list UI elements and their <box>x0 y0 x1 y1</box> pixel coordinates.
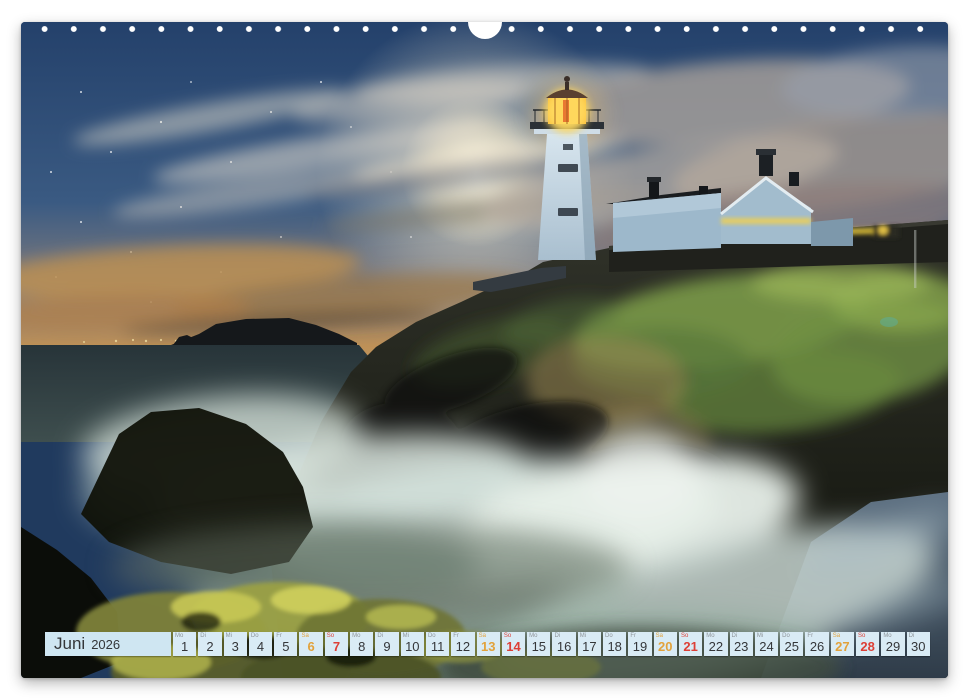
day-number: 19 <box>628 639 651 654</box>
day-number: 6 <box>299 639 322 654</box>
day-number: 5 <box>274 639 297 654</box>
calendar-day-cell: Mi 3 <box>224 632 247 656</box>
calendar-day-cell: Fr 12 <box>451 632 474 656</box>
day-number: 28 <box>856 639 879 654</box>
calendar-day-cell: Sa 27 <box>831 632 854 656</box>
day-number: 10 <box>401 639 424 654</box>
calendar-day-cell: Mo 22 <box>704 632 727 656</box>
calendar-day-cell: Mo 8 <box>350 632 373 656</box>
day-number: 11 <box>426 639 449 654</box>
calendar-day-cell: Mi 24 <box>755 632 778 656</box>
calendar-day-cell: Mo 29 <box>881 632 904 656</box>
day-number: 16 <box>552 639 575 654</box>
day-number: 8 <box>350 639 373 654</box>
calendar-day-cell: Di 16 <box>552 632 575 656</box>
calendar-days-row: Mo 1 Di 2 Mi 3 Do 4 Fr 5 Sa 6 So 7 Mo 8 … <box>173 632 930 656</box>
calendar-day-cell: Di 30 <box>907 632 930 656</box>
calendar-day-cell: So 21 <box>679 632 702 656</box>
calendar-day-cell: Mi 10 <box>401 632 424 656</box>
calendar-day-cell: Fr 26 <box>805 632 828 656</box>
day-number: 26 <box>805 639 828 654</box>
day-number: 27 <box>831 639 854 654</box>
calendar-page: Juni 2026 Mo 1 Di 2 Mi 3 Do 4 Fr 5 Sa 6 … <box>21 22 948 678</box>
day-number: 23 <box>730 639 753 654</box>
calendar-day-cell: So 28 <box>856 632 879 656</box>
wall-waterfall <box>914 230 916 288</box>
day-number: 20 <box>654 639 677 654</box>
calendar-day-cell: Di 2 <box>198 632 221 656</box>
calendar-strip: Juni 2026 Mo 1 Di 2 Mi 3 Do 4 Fr 5 Sa 6 … <box>45 632 930 656</box>
day-number: 7 <box>325 639 348 654</box>
day-number: 1 <box>173 639 196 654</box>
calendar-day-cell: Fr 19 <box>628 632 651 656</box>
calendar-day-cell: Mo 15 <box>527 632 550 656</box>
calendar-day-cell: Sa 13 <box>477 632 500 656</box>
month-year: 2026 <box>91 637 120 652</box>
day-number: 18 <box>603 639 626 654</box>
day-number: 15 <box>527 639 550 654</box>
day-number: 21 <box>679 639 702 654</box>
calendar-day-cell: So 14 <box>502 632 525 656</box>
day-number: 17 <box>578 639 601 654</box>
calendar-day-cell: So 7 <box>325 632 348 656</box>
day-number: 9 <box>375 639 398 654</box>
calendar-product-shot: Juni 2026 Mo 1 Di 2 Mi 3 Do 4 Fr 5 Sa 6 … <box>0 0 971 700</box>
calendar-day-cell: Do 4 <box>249 632 272 656</box>
calendar-day-cell: Sa 20 <box>654 632 677 656</box>
day-number: 2 <box>198 639 221 654</box>
day-number: 3 <box>224 639 247 654</box>
calendar-day-cell: Di 9 <box>375 632 398 656</box>
calendar-day-cell: Fr 5 <box>274 632 297 656</box>
calendar-day-cell: Di 23 <box>730 632 753 656</box>
day-number: 25 <box>780 639 803 654</box>
month-label: Juni 2026 <box>45 632 171 656</box>
day-number: 12 <box>451 639 474 654</box>
calendar-day-cell: Mo 1 <box>173 632 196 656</box>
day-number: 4 <box>249 639 272 654</box>
day-number: 29 <box>881 639 904 654</box>
calendar-day-cell: Do 25 <box>780 632 803 656</box>
day-number: 30 <box>907 639 930 654</box>
day-number: 24 <box>755 639 778 654</box>
day-number: 22 <box>704 639 727 654</box>
calendar-day-cell: Do 11 <box>426 632 449 656</box>
month-name: Juni <box>54 632 85 656</box>
lighthouse-night-photo <box>21 22 948 678</box>
day-number: 13 <box>477 639 500 654</box>
calendar-day-cell: Mi 17 <box>578 632 601 656</box>
calendar-day-cell: Do 18 <box>603 632 626 656</box>
calendar-day-cell: Sa 6 <box>299 632 322 656</box>
day-number: 14 <box>502 639 525 654</box>
